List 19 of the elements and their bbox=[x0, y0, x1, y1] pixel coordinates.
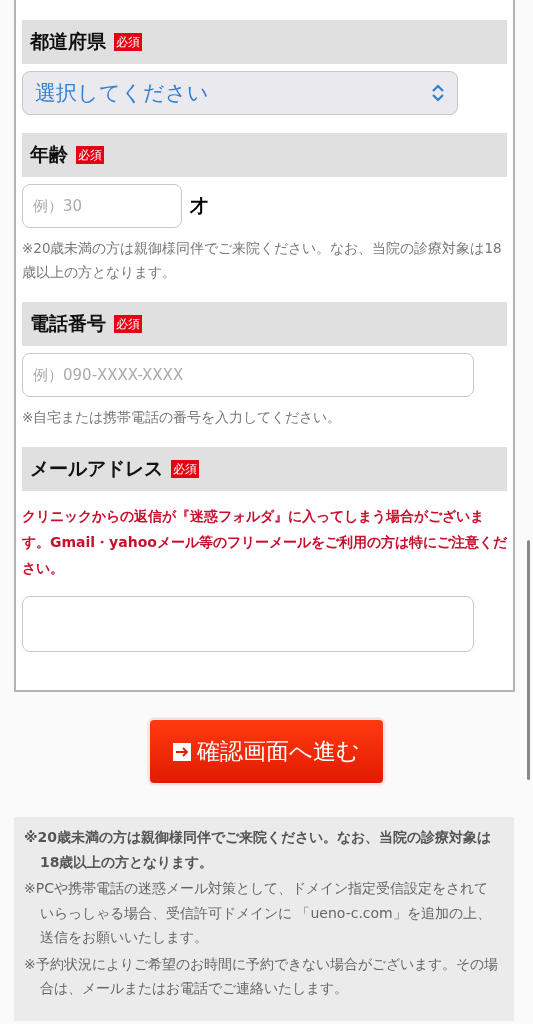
field-note: ※自宅または携帯電話の番号を入力してください。 bbox=[22, 408, 343, 427]
field-label: 電話番号 bbox=[30, 311, 106, 336]
confirm-button[interactable]: 確認画面へ進む bbox=[148, 718, 385, 785]
input-field[interactable]: 例）30 bbox=[22, 184, 182, 228]
required-badge: 必須 bbox=[76, 146, 104, 164]
required-badge: 必須 bbox=[171, 460, 199, 478]
field-note: ※20歳未満の方は親御様同伴でご来院ください。なお、当院の診療対象は18歳以上の方となります。 bbox=[22, 239, 503, 282]
note-text: ※PCや携帯電話の迷惑メール対策として、ドメイン指定受信設定をされていらっしゃる場合、受信許可ドメインに 「ueno-c.com」を追加の上、送信をお願いいたします。 bbox=[24, 879, 492, 947]
note-text: ※予約状況によりご希望のお時間に予約できない場合がございます。その場合は、メールまたはお電話でご連絡いたします。 bbox=[24, 954, 499, 998]
warning-text: クリニックからの返信が『迷惑フォルダ』に入ってしまう場合がございます。Gmail・yahooメール等のフリーメールをご利用の方は特にご注意ください。 bbox=[22, 507, 507, 578]
required-badge: 必須 bbox=[114, 33, 142, 51]
field-label: メールアドレス bbox=[30, 456, 163, 481]
note-text: ※20歳未満の方は親御様同伴でご来院ください。なお、当院の診療対象は18歳以上の方となります。 bbox=[24, 828, 493, 872]
field-label: 年齢 bbox=[30, 142, 68, 167]
required-badge: 必須 bbox=[114, 315, 142, 333]
unit-label: 才 bbox=[190, 194, 208, 218]
prefecture-select[interactable]: 選択してください bbox=[22, 71, 458, 115]
input-field[interactable]: 例）090-XXXX-XXXX bbox=[22, 353, 474, 397]
field-label: 都道府県 bbox=[30, 29, 106, 54]
